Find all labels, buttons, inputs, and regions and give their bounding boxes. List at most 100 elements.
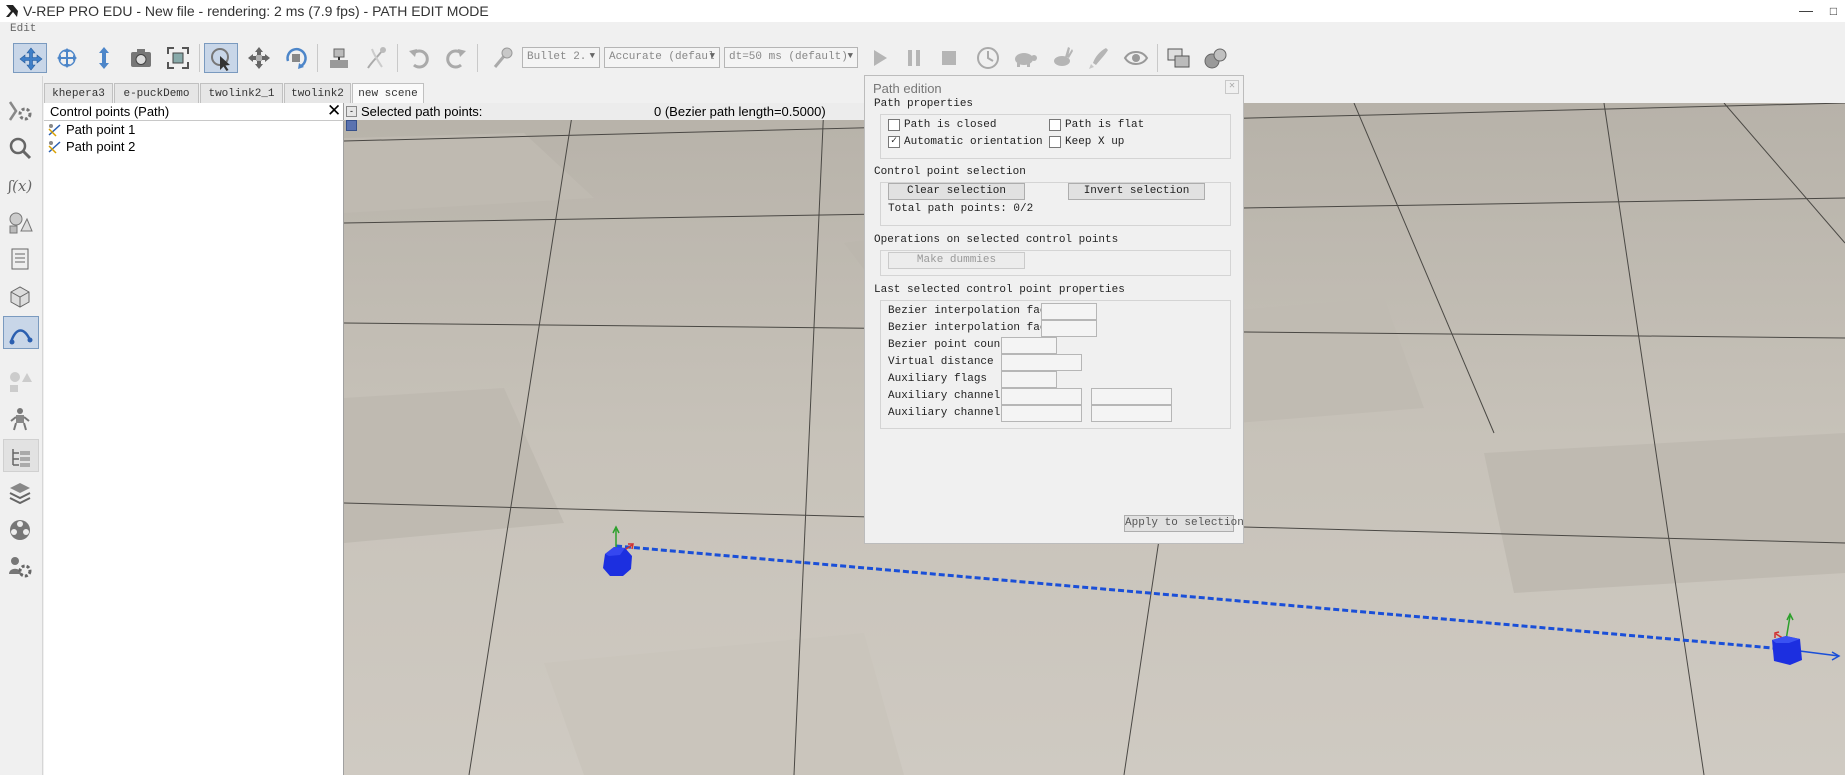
info-collapse-button[interactable]: - bbox=[346, 106, 357, 117]
pause-icon[interactable] bbox=[897, 43, 931, 73]
thread-rendering-icon[interactable] bbox=[1082, 43, 1116, 73]
clear-selection-button[interactable]: Clear selection bbox=[888, 183, 1025, 200]
total-path-points: Total path points: 0/2 bbox=[888, 203, 1034, 215]
camera-shift-icon[interactable] bbox=[87, 43, 121, 73]
make-dummies-button[interactable]: Make dummies bbox=[888, 252, 1025, 269]
object-rotate-icon[interactable] bbox=[279, 43, 313, 73]
path-edit-icon[interactable] bbox=[3, 316, 39, 349]
chevron-down-icon: ▼ bbox=[709, 51, 715, 61]
video-recorder-icon[interactable] bbox=[3, 513, 39, 546]
model-browser-icon[interactable] bbox=[3, 365, 39, 398]
automatic-orientation-label: Automatic orientation bbox=[904, 136, 1043, 148]
bezier-factor-1-field[interactable] bbox=[1041, 303, 1097, 320]
menu-bar: Edit bbox=[0, 22, 1845, 38]
slow-down-icon[interactable] bbox=[1008, 43, 1042, 73]
dynamics-toggle-icon[interactable] bbox=[485, 43, 519, 73]
object-shift-icon[interactable] bbox=[242, 43, 276, 73]
path-point-2-marker[interactable] bbox=[1764, 608, 1820, 678]
aux-channel-4-field[interactable] bbox=[1091, 405, 1172, 422]
virtual-distance-field[interactable] bbox=[1001, 354, 1082, 371]
redo-icon[interactable] bbox=[439, 43, 473, 73]
dialog-title: Path edition bbox=[873, 81, 942, 96]
tab-khepera3[interactable]: khepera3 bbox=[44, 83, 113, 103]
click-selection-icon[interactable] bbox=[204, 43, 238, 73]
bezier-count-field[interactable] bbox=[1001, 337, 1057, 354]
camera-angle-icon[interactable] bbox=[124, 43, 158, 73]
robot-icon[interactable] bbox=[3, 402, 39, 435]
chevron-down-icon: ▼ bbox=[589, 51, 595, 61]
transfer-dna-icon[interactable] bbox=[359, 43, 393, 73]
bezier-factor-2-field[interactable] bbox=[1041, 320, 1097, 337]
visualization-toggle-icon[interactable] bbox=[1119, 43, 1153, 73]
control-point-selection-heading: Control point selection bbox=[874, 166, 1026, 178]
timestep-value: dt=50 ms (default) bbox=[729, 51, 848, 63]
scene-selector-icon[interactable] bbox=[1199, 43, 1233, 73]
path-point-icon bbox=[48, 124, 61, 137]
path-properties-heading: Path properties bbox=[874, 98, 974, 110]
last-point-group: Bezier interpolation factor 1 Bezier int… bbox=[880, 300, 1231, 429]
tab-e-puckdemo[interactable]: e-puckDemo bbox=[114, 83, 199, 103]
camera-pan-icon[interactable] bbox=[13, 43, 47, 73]
calculation-modules-icon[interactable] bbox=[3, 131, 39, 164]
left-toolbar: ʃ(x) bbox=[0, 76, 43, 775]
invert-selection-button[interactable]: Invert selection bbox=[1068, 183, 1205, 200]
tab-twolink2-1[interactable]: twolink2_1 bbox=[200, 83, 283, 103]
timestep-select[interactable]: dt=50 ms (default) ▼ bbox=[724, 47, 858, 68]
selected-points-value: 0 (Bezier path length=0.5000) bbox=[654, 104, 826, 119]
aux-flags-field[interactable] bbox=[1001, 371, 1057, 388]
keep-x-up-checkbox[interactable] bbox=[1049, 136, 1061, 148]
scripts-icon[interactable] bbox=[3, 242, 39, 275]
page-selector-icon[interactable] bbox=[1162, 43, 1196, 73]
path-properties-group: Path is closed Path is flat ✓ Automatic … bbox=[880, 114, 1231, 159]
physics-engine-value: Bullet 2. bbox=[527, 51, 587, 63]
keep-x-up-label: Keep X up bbox=[1065, 136, 1125, 148]
path-closed-label: Path is closed bbox=[904, 119, 997, 131]
assemble-icon[interactable] bbox=[322, 43, 356, 73]
automatic-orientation-checkbox[interactable]: ✓ bbox=[888, 136, 900, 148]
accuracy-select[interactable]: Accurate (defaul ▼ bbox=[604, 47, 720, 68]
aux-channel-2-field[interactable] bbox=[1091, 388, 1172, 405]
operations-group: Make dummies bbox=[880, 250, 1231, 276]
scene-hierarchy-icon[interactable] bbox=[3, 439, 39, 472]
operations-heading: Operations on selected control points bbox=[874, 234, 1119, 246]
svg-text:ʃ(x): ʃ(x) bbox=[7, 177, 32, 195]
viewport-info-bar: - Selected path points: 0 (Bezier path l… bbox=[344, 103, 864, 131]
apply-to-selection-button[interactable]: Apply to selection bbox=[1124, 515, 1244, 532]
close-panel-button[interactable]: ✕ bbox=[327, 102, 341, 120]
window-title: V-REP PRO EDU - New file - rendering: 2 … bbox=[23, 3, 489, 19]
play-icon[interactable] bbox=[862, 43, 896, 73]
tab-new-scene[interactable]: new scene bbox=[352, 83, 424, 104]
user-settings-icon[interactable] bbox=[3, 550, 39, 583]
physics-engine-select[interactable]: Bullet 2. ▼ bbox=[522, 47, 600, 68]
menu-edit[interactable]: Edit bbox=[10, 23, 36, 35]
close-icon[interactable]: ✕ bbox=[1225, 80, 1239, 94]
path-closed-checkbox[interactable] bbox=[888, 119, 900, 131]
shape-edit-icon[interactable] bbox=[3, 205, 39, 238]
script-function-icon[interactable]: ʃ(x) bbox=[3, 168, 39, 201]
panel-header: Control points (Path) ✕ bbox=[44, 102, 344, 121]
selection-group: Clear selection Invert selection Total p… bbox=[880, 182, 1231, 226]
fit-to-view-icon[interactable] bbox=[161, 43, 195, 73]
path-flat-label: Path is flat bbox=[1065, 119, 1145, 131]
path-flat-checkbox[interactable] bbox=[1049, 119, 1061, 131]
simulation-settings-icon[interactable] bbox=[3, 94, 39, 127]
control-points-panel: Control points (Path) ✕ Path point 1 Pat… bbox=[44, 102, 344, 775]
layers-icon[interactable] bbox=[3, 476, 39, 509]
minimize-button[interactable]: — bbox=[1794, 0, 1818, 22]
panel-title: Control points (Path) bbox=[50, 104, 170, 119]
path-point-1-marker[interactable] bbox=[592, 523, 644, 585]
object-properties-icon[interactable] bbox=[3, 279, 39, 312]
camera-rotate-icon[interactable] bbox=[50, 43, 84, 73]
speed-up-icon[interactable] bbox=[1045, 43, 1079, 73]
aux-channel-3-field[interactable] bbox=[1001, 405, 1082, 422]
maximize-button[interactable]: □ bbox=[1822, 0, 1845, 22]
selected-points-label: Selected path points: bbox=[361, 104, 483, 119]
aux-channel-1-field[interactable] bbox=[1001, 388, 1082, 405]
realtime-icon[interactable] bbox=[971, 43, 1005, 73]
tab-twolink2[interactable]: twolink2 bbox=[284, 83, 351, 103]
accuracy-value: Accurate (defaul bbox=[609, 51, 715, 63]
stop-icon[interactable] bbox=[932, 43, 966, 73]
info-toggle-button[interactable] bbox=[346, 120, 357, 131]
hierarchy-item-label: Path point 2 bbox=[66, 139, 136, 154]
undo-icon[interactable] bbox=[402, 43, 436, 73]
